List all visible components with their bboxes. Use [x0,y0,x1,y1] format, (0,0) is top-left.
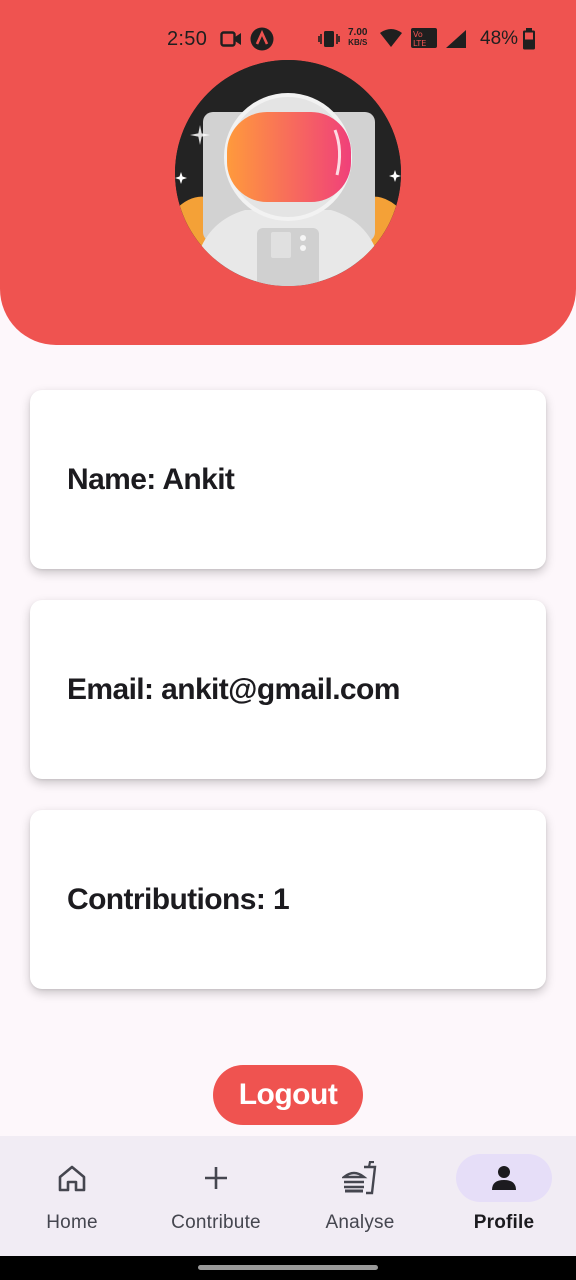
name-card: Name: Ankit [30,390,546,569]
profile-screen: 2:50 7.00 KB/S Vo LTE 48% Name: Ankit Em… [0,0,576,1280]
person-icon [492,1166,516,1190]
nav-item-profile[interactable]: Profile [432,1136,576,1256]
network-speed-unit: KB/S [348,38,368,47]
profile-avatar [175,60,401,286]
nav-home-label: Home [46,1212,98,1233]
nav-item-analyse[interactable]: Analyse [288,1136,432,1256]
nav-item-home[interactable]: Home [0,1136,144,1256]
email-card: Email: ankit@gmail.com [30,600,546,779]
plus-icon [205,1167,227,1189]
contributions-card: Contributions: 1 [30,810,546,989]
video-camera-icon [220,31,241,47]
network-speed: 7.00 KB/S [348,28,367,48]
nav-profile-indicator [456,1154,552,1202]
nav-contribute-indicator [168,1154,264,1202]
status-time: 2:50 [167,28,208,50]
profile-header: 2:50 7.00 KB/S Vo LTE 48% [0,0,576,345]
logout-button[interactable]: Logout [213,1065,363,1125]
network-speed-value: 7.00 [348,27,368,38]
nav-home-indicator [24,1154,120,1202]
svg-text:Vo: Vo [413,30,423,39]
app-notification-icon [250,27,274,51]
home-gesture-handle[interactable] [198,1265,378,1270]
nav-contribute-label: Contribute [171,1212,261,1233]
volte-icon: Vo LTE [411,28,437,48]
battery-percent: 48% [480,28,519,49]
vibrate-icon [318,31,340,47]
email-text: Email: ankit@gmail.com [67,672,400,706]
fastfood-icon [342,1161,377,1195]
nav-analyse-label: Analyse [325,1212,395,1233]
wifi-icon [380,29,402,47]
cell-signal-icon [446,30,466,48]
battery-icon [523,28,535,50]
home-icon [58,1165,86,1192]
contributions-text: Contributions: 1 [67,882,290,916]
nav-profile-label: Profile [473,1212,535,1233]
nav-analyse-indicator [312,1154,408,1202]
astronaut-avatar-illustration [175,60,401,286]
nav-item-contribute[interactable]: Contribute [144,1136,288,1256]
bottom-navigation: Home Contribute Analyse Profile [0,1136,576,1256]
svg-text:LTE: LTE [413,39,426,48]
name-text: Name: Ankit [67,462,235,496]
